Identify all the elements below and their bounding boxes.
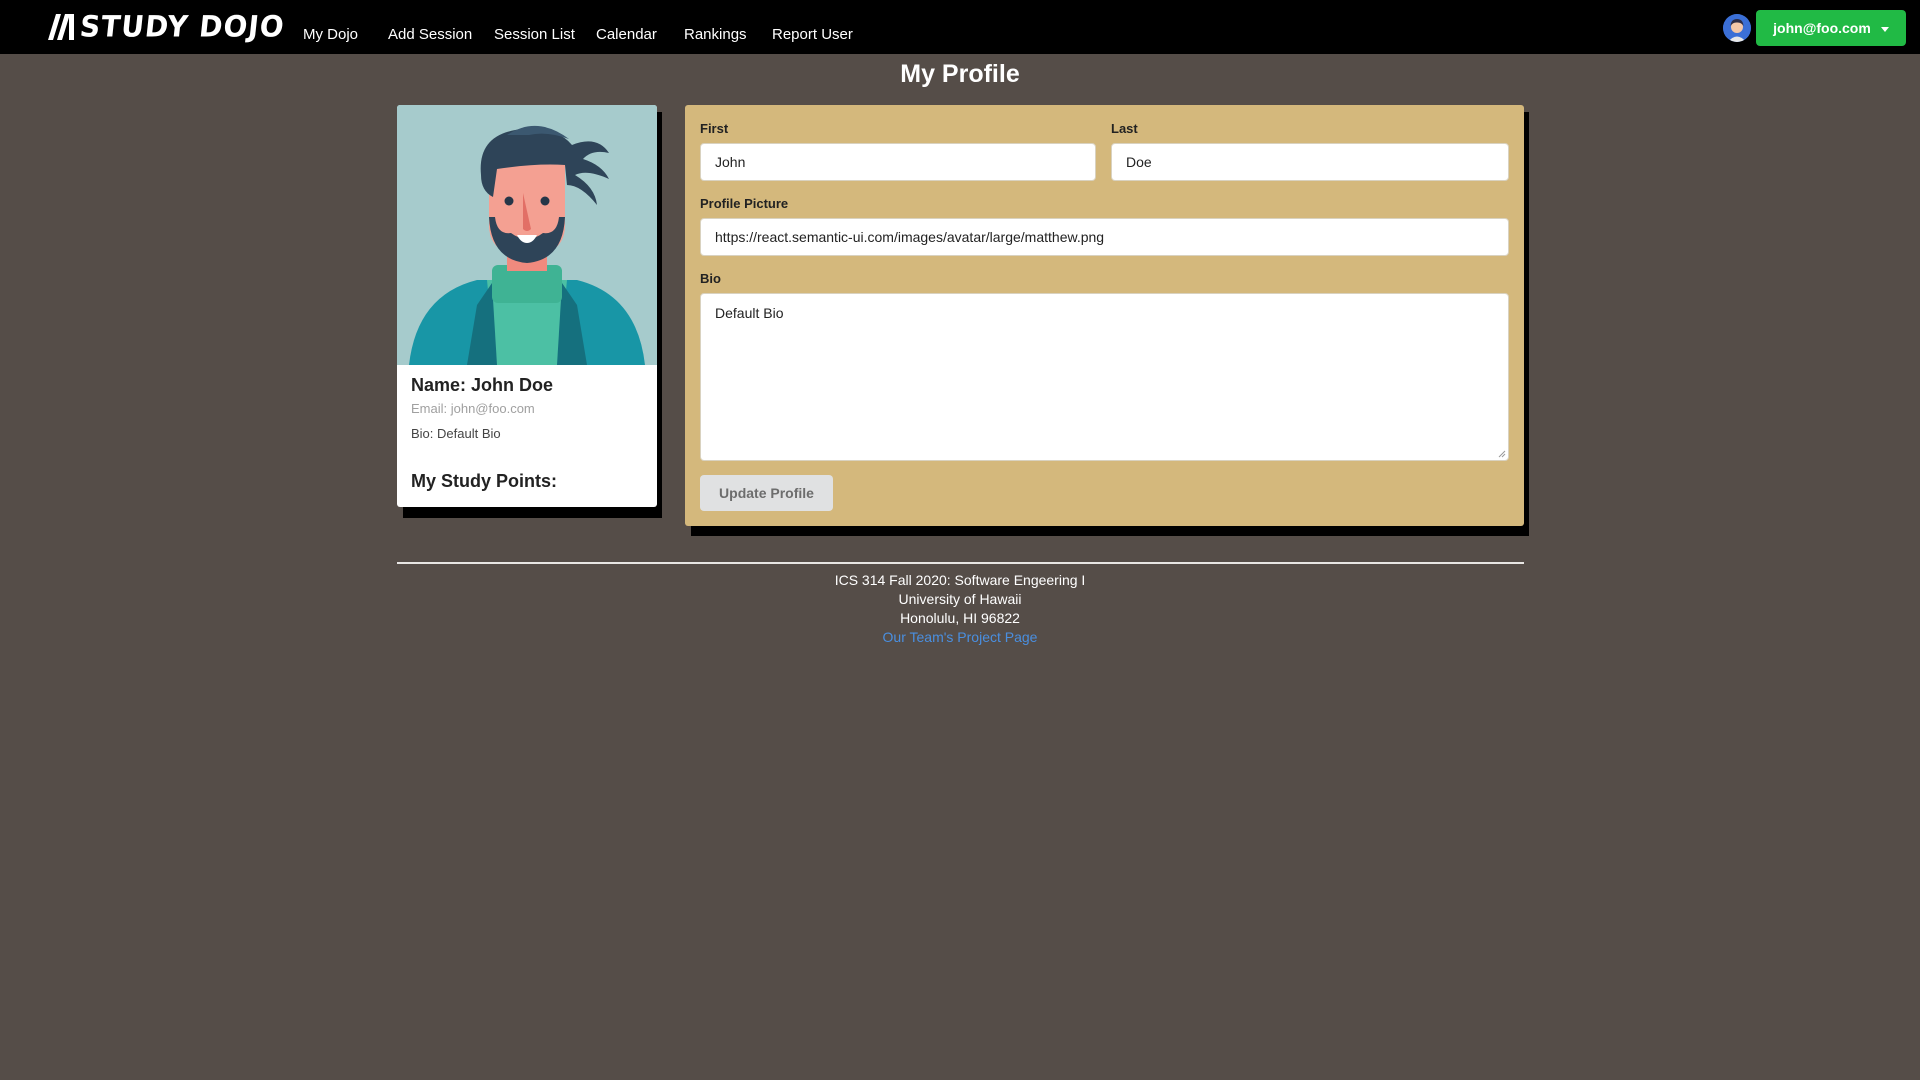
footer-university: University of Hawaii	[898, 591, 1022, 607]
profile-name: Name: John Doe	[411, 375, 553, 396]
profile-picture	[397, 105, 657, 365]
brand-name: STUDY DOJO	[78, 9, 287, 44]
top-navbar: STUDY DOJO My Dojo Add Session Session L…	[0, 0, 1920, 54]
study-points-heading: My Study Points:	[411, 471, 558, 491]
brand-logo[interactable]: STUDY DOJO	[48, 9, 287, 44]
avatar-illustration-icon	[397, 105, 657, 365]
user-avatar-icon[interactable]	[1723, 14, 1751, 42]
project-page-link[interactable]: Our Team's Project Page	[883, 629, 1038, 645]
profile-name-prefix: Name:	[411, 375, 472, 395]
update-profile-button[interactable]: Update Profile	[700, 475, 833, 511]
profile-card: Name: John Doe Email: john@foo.com Bio: …	[397, 105, 657, 507]
resize-grip-icon[interactable]	[1498, 450, 1506, 458]
page-title: My Profile	[900, 60, 1020, 88]
profile-picture-field[interactable]: https://react.semantic-ui.com/images/ava…	[700, 218, 1509, 256]
caret-down-icon	[1880, 26, 1889, 32]
profile-bio: Bio: Default Bio	[411, 426, 501, 441]
profile-name-value: John Doe	[471, 375, 554, 395]
nav-my-dojo[interactable]: My Dojo	[303, 26, 358, 43]
slash-mark-logo-icon	[48, 14, 74, 40]
bio-textarea[interactable]: Default Bio	[700, 293, 1509, 461]
footer-link-row: Our Team's Project Page	[0, 629, 1920, 645]
last-name-label: Last	[1111, 121, 1138, 136]
footer-course: ICS 314 Fall 2020: Software Engeering I	[834, 572, 1086, 588]
nav-report-user[interactable]: Report User	[772, 26, 853, 43]
nav-rankings[interactable]: Rankings	[684, 26, 747, 43]
profile-email: Email: john@foo.com	[411, 401, 535, 416]
nav-add-session[interactable]: Add Session	[388, 26, 472, 43]
footer-address: Honolulu, HI 96822	[900, 610, 1020, 626]
first-name-label: First	[700, 121, 729, 136]
bio-label: Bio	[700, 271, 721, 286]
first-name-field[interactable]: John	[700, 143, 1096, 181]
bio-text: Default Bio	[715, 305, 784, 321]
footer-divider	[397, 562, 1524, 564]
last-name-field[interactable]: Doe	[1111, 143, 1509, 181]
edit-profile-form: First John Last Doe Profile Picture http…	[685, 105, 1524, 526]
nav-session-list[interactable]: Session List	[494, 26, 575, 43]
profile-picture-label: Profile Picture	[700, 196, 789, 211]
nav-calendar[interactable]: Calendar	[596, 26, 657, 43]
user-email-label: john@foo.com	[1773, 20, 1871, 36]
user-menu-button[interactable]: john@foo.com	[1756, 10, 1906, 46]
